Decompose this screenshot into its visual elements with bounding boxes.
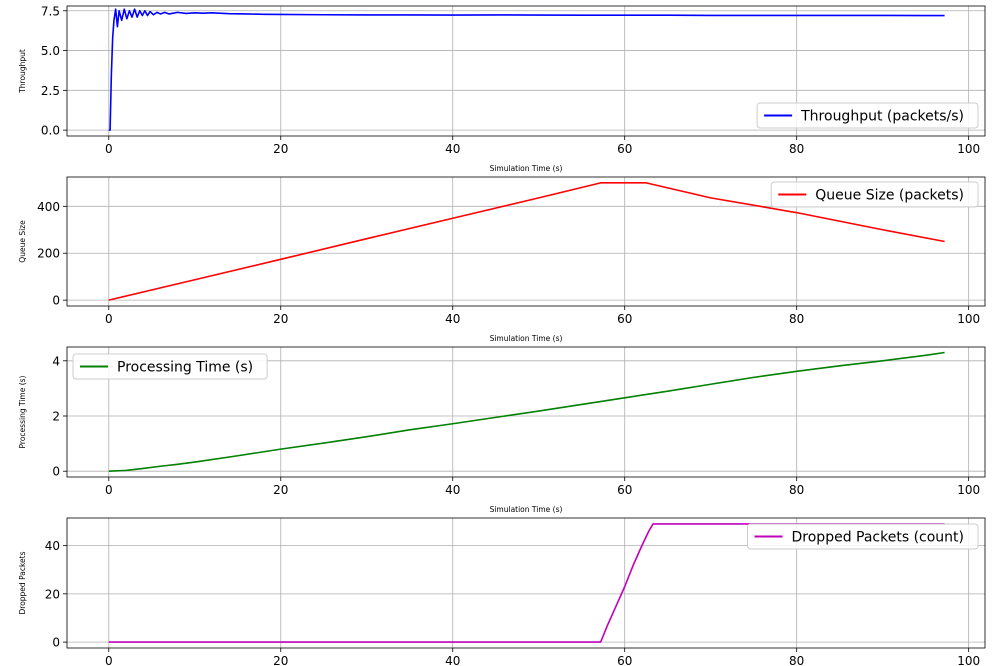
x-tick-label: 80 [789,483,804,497]
legend-dropped-packets: Dropped Packets (count) [747,523,979,550]
y-tick-label: 0.0 [41,124,60,138]
y-axis-label-dropped-packets: Dropped Packets [18,551,27,614]
y-tick-label: 2.5 [41,84,60,98]
subplot-dropped-packets: 0 20 40 60 80 100 0 20 40 Dropped Packets Dropp… [18,517,986,666]
y-tick-label: 0 [52,294,60,308]
x-tick-label: 0 [105,312,113,326]
yticks-queue-size: 0 200 400 [37,200,67,308]
x-tick-label: 20 [273,654,288,666]
subplot-processing-time: 0 20 40 60 80 100 0 2 4 Simulation Time (s) Pro… [18,346,986,514]
legend-throughput: Throughput (packets/s) [756,102,979,129]
x-tick-label: 40 [445,483,460,497]
y-tick-label: 0 [52,465,60,479]
legend-queue-size: Queue Size (packets) [770,181,979,208]
x-tick-label: 40 [445,654,460,666]
x-tick-label: 60 [617,142,632,156]
y-tick-label: 7.5 [41,4,60,18]
x-tick-label: 80 [789,654,804,666]
y-tick-label: 200 [37,247,60,261]
x-tick-label: 20 [273,483,288,497]
x-tick-label: 60 [617,654,632,666]
x-axis-label-processing-time: Simulation Time (s) [490,505,563,514]
legend-label-queue-size: Queue Size (packets) [815,188,964,204]
x-tick-label: 60 [617,312,632,326]
xticks-queue-size: 0 20 40 60 80 100 [105,306,980,326]
x-tick-label: 100 [957,142,980,156]
x-tick-label: 60 [617,483,632,497]
legend-label-throughput: Throughput (packets/s) [800,109,964,125]
y-tick-label: 0 [52,636,60,650]
x-tick-label: 100 [957,312,980,326]
subplot-throughput: 0 20 40 60 80 100 0.0 2.5 5.0 7.5 Simulation Tim… [18,4,986,173]
y-tick-label: 400 [37,200,60,214]
x-tick-label: 0 [105,483,113,497]
x-tick-label: 40 [445,312,460,326]
yticks-dropped-packets: 0 20 40 [45,539,67,650]
xticks-throughput: 0 20 40 60 80 100 [105,136,980,156]
yticks-processing-time: 0 2 4 [52,354,67,479]
subplot-queue-size: 0 20 40 60 80 100 0 200 400 Simulation Time (s)… [18,176,986,343]
legend-label-processing-time: Processing Time (s) [117,360,253,376]
x-tick-label: 80 [789,312,804,326]
x-tick-label: 80 [789,142,804,156]
x-tick-label: 20 [273,312,288,326]
x-tick-label: 40 [445,142,460,156]
y-tick-label: 5.0 [41,44,60,58]
legend-label-dropped-packets: Dropped Packets (count) [792,530,964,546]
y-tick-label: 2 [52,410,60,424]
xticks-dropped-packets: 0 20 40 60 80 100 [105,648,980,666]
x-tick-label: 100 [957,654,980,666]
figure: 0 20 40 60 80 100 0.02.55.07.5 Simulation Tim… [18,4,986,666]
y-axis-label-processing-time: Processing Time (s) [18,375,27,448]
x-axis-label-queue-size: Simulation Time (s) [490,334,563,343]
x-axis-label-throughput: Simulation Time (s) [490,164,563,173]
y-tick-label: 20 [45,587,60,601]
x-tick-label: 100 [957,483,980,497]
legend-processing-time: Processing Time (s) [72,353,268,380]
yticks-throughput: 0.0 2.5 5.0 7.5 [41,4,67,138]
y-tick-label: 40 [45,539,60,553]
x-tick-label: 0 [105,142,113,156]
y-axis-label-throughput: Throughput [18,49,27,94]
x-tick-label: 20 [273,142,288,156]
xticks-processing-time: 0 20 40 60 80 100 [105,477,980,497]
y-axis-label-queue-size: Queue Size [18,220,27,263]
x-tick-label: 0 [105,654,113,666]
y-tick-label: 4 [52,354,60,368]
